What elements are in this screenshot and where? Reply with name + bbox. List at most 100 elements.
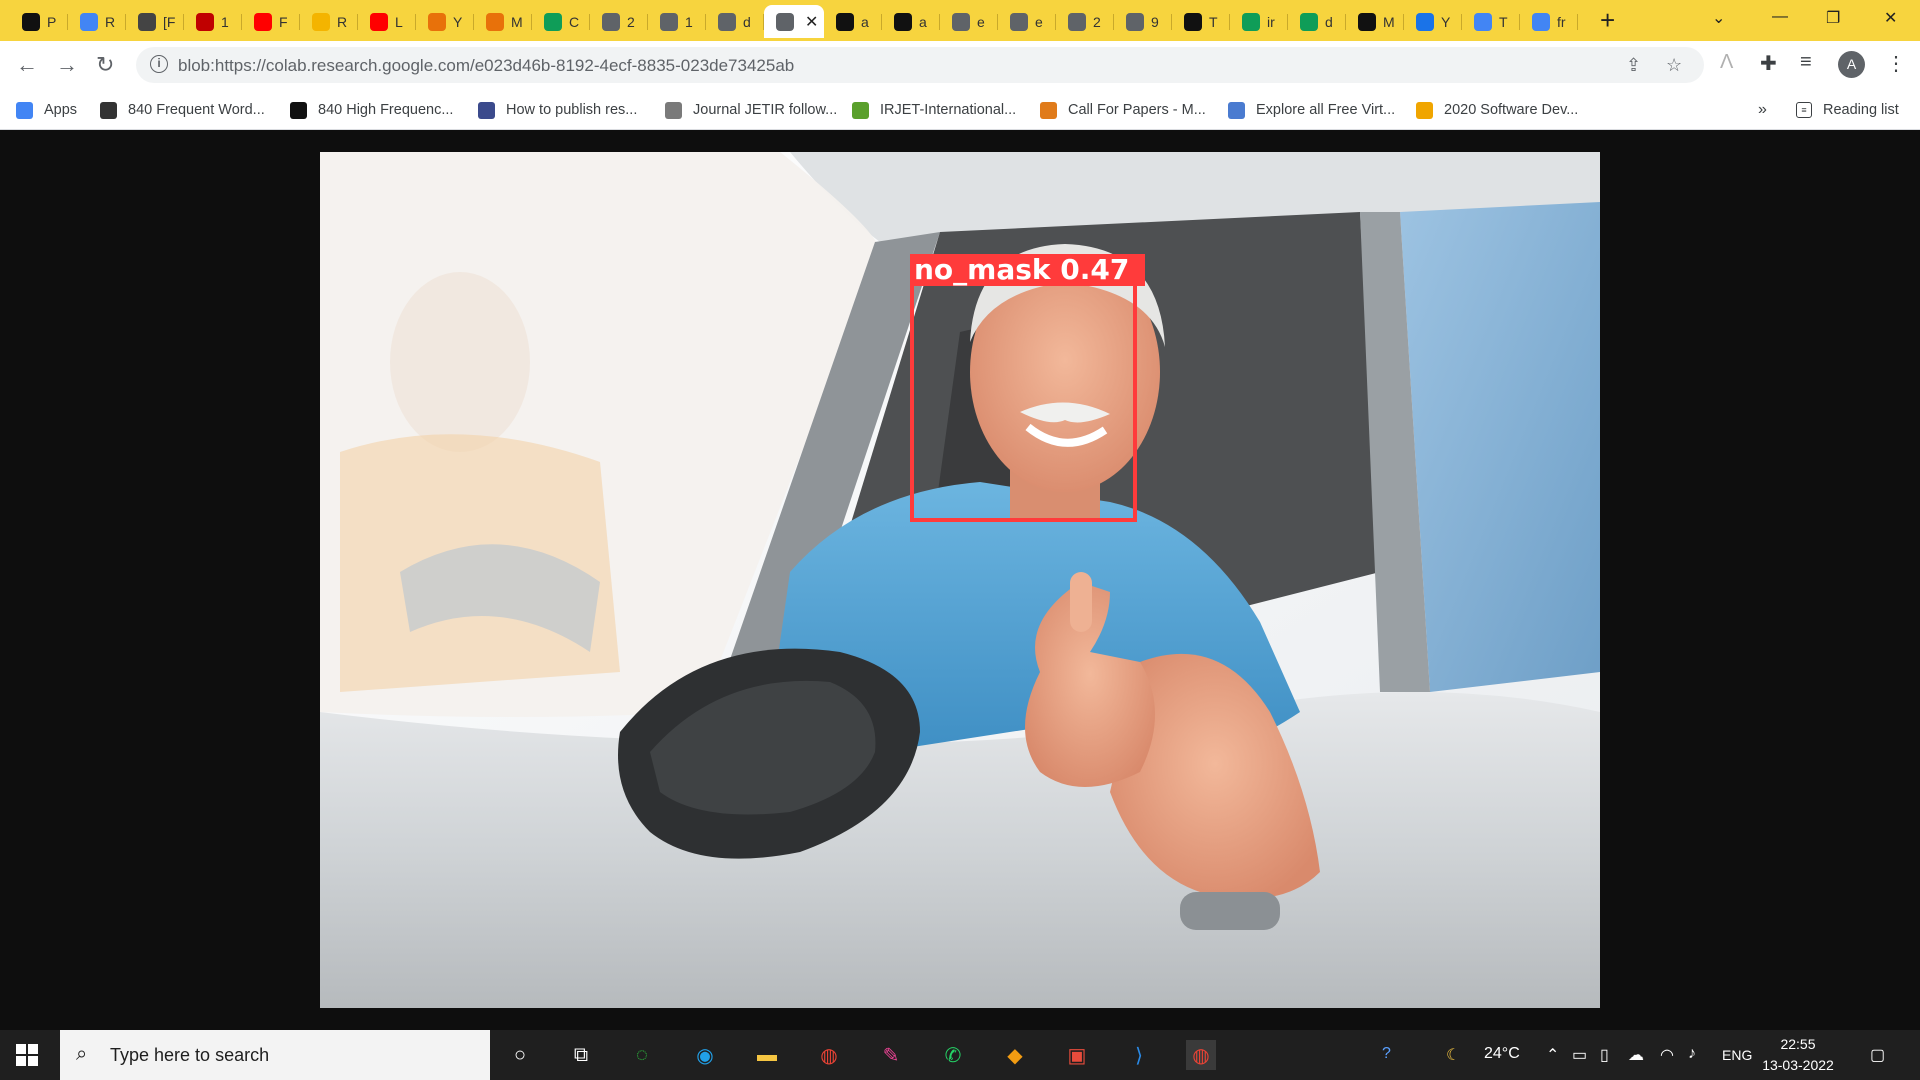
ring-app-icon[interactable]: ◌ [627, 1040, 657, 1070]
browser-tab[interactable]: M [474, 5, 532, 38]
bookmark-item[interactable]: 840 Frequent Word... [100, 100, 265, 120]
pdf-app-icon[interactable]: ▣ [1062, 1040, 1092, 1070]
browser-tab[interactable]: 2 [590, 5, 648, 38]
browser-tab[interactable]: [F [126, 5, 184, 38]
paint-icon[interactable]: ✎ [876, 1040, 906, 1070]
tab-strip: P R [F 1 F R L Y M C 2 1 d ✕ a a e e 2 9 Tir d M Y Tfr + ⌄ — ❐ ✕ [0, 0, 1920, 41]
bookmark-item[interactable]: Call For Papers - M... [1040, 100, 1206, 120]
tray-chevron-icon[interactable]: ⌃ [1546, 1045, 1559, 1065]
new-tab-button[interactable]: + [1600, 7, 1615, 33]
cloud-sync-icon[interactable]: ☁ [1628, 1045, 1644, 1065]
chrome-app-icon[interactable]: ◍ [814, 1040, 844, 1070]
browser-tab[interactable]: C [532, 5, 590, 38]
media-control-icon[interactable]: ≡ [1800, 51, 1812, 74]
tab-search-chevron-icon[interactable]: ⌄ [1712, 8, 1725, 28]
menu-kebab-icon[interactable]: ⋮ [1886, 51, 1906, 76]
browser-tab[interactable]: T [1172, 5, 1230, 38]
browser-tab[interactable]: F [242, 5, 300, 38]
browser-tab[interactable]: T [1462, 5, 1520, 38]
puzzle-extensions-icon[interactable]: ✚ [1760, 51, 1777, 76]
globe-icon [290, 101, 307, 119]
wifi-icon[interactable]: ◠ [1660, 1045, 1674, 1065]
restore-button[interactable]: ❐ [1826, 8, 1840, 28]
bookmark-label: Call For Papers - M... [1068, 102, 1206, 118]
clock-time: 22:55 [1780, 1036, 1816, 1052]
forward-button[interactable]: → [56, 52, 78, 78]
edge-icon[interactable]: ◉ [690, 1040, 720, 1070]
search-placeholder[interactable]: Type here to search [110, 1045, 269, 1066]
vscode-icon[interactable]: ⟩ [1124, 1040, 1154, 1070]
url-text[interactable]: blob:https://colab.research.google.com/e… [178, 56, 794, 76]
whatsapp-icon[interactable]: ✆ [938, 1040, 968, 1070]
browser-tab[interactable]: ir [1230, 5, 1288, 38]
help-icon[interactable]: ? [1382, 1045, 1391, 1063]
cortana-icon[interactable]: ○ [505, 1040, 535, 1070]
browser-tab[interactable]: e [998, 5, 1056, 38]
bookmark-item[interactable]: Explore all Free Virt... [1228, 100, 1395, 120]
clock[interactable]: 22:55 13-03-2022 [1758, 1034, 1838, 1076]
bookmark-item[interactable]: How to publish res... [478, 100, 637, 120]
bookmark-star-icon[interactable]: ☆ [1666, 55, 1682, 76]
bookmark-item[interactable]: Journal JETIR follow... [665, 100, 837, 120]
reload-button[interactable]: ↻ [96, 52, 114, 78]
profile-avatar[interactable]: A [1838, 51, 1865, 78]
browser-toolbar: ← → ↻ i blob:https://colab.research.goog… [0, 41, 1920, 89]
reading-list-icon: ≡ [1796, 102, 1812, 118]
address-bar[interactable]: i blob:https://colab.research.google.com… [136, 47, 1704, 83]
weather-moon-icon[interactable]: ☾ [1446, 1045, 1460, 1065]
reading-list-button[interactable]: ≡ Reading list [1796, 100, 1899, 120]
browser-tab[interactable]: a [824, 5, 882, 38]
more-bookmarks-button[interactable]: » [1758, 100, 1767, 120]
hook-icon [138, 12, 156, 31]
browser-tab[interactable]: d [706, 5, 764, 38]
browser-tab[interactable]: R [300, 5, 358, 38]
bookmark-item[interactable]: Apps [16, 100, 77, 120]
task-view-icon[interactable]: ⧉ [566, 1040, 596, 1070]
browser-tab[interactable]: R [68, 5, 126, 38]
tab-title: Y [453, 13, 463, 30]
bookmark-item[interactable]: 840 High Frequenc... [290, 100, 453, 120]
share-icon[interactable]: ⇪ [1626, 55, 1641, 76]
extension-icon[interactable]: Ʌ [1720, 51, 1733, 74]
battery-icon[interactable]: ▭ [1572, 1045, 1587, 1065]
bookmark-item[interactable]: 2020 Software Dev... [1416, 100, 1578, 120]
bookmark-item[interactable]: IRJET-International... [852, 100, 1016, 120]
browser-tab[interactable]: 9 [1114, 5, 1172, 38]
device-icon[interactable]: ▯ [1600, 1045, 1609, 1065]
tab-title: T [1209, 13, 1218, 30]
browser-tab[interactable]: M [1346, 5, 1404, 38]
file-explorer-icon[interactable]: ▬ [752, 1040, 782, 1070]
browser-tab[interactable]: Y [1404, 5, 1462, 38]
github-icon [894, 12, 912, 31]
minimize-button[interactable]: — [1772, 8, 1788, 26]
browser-tab[interactable]: fr [1520, 5, 1578, 38]
language-indicator[interactable]: ENG [1722, 1047, 1752, 1063]
drive-icon [1242, 12, 1260, 31]
browser-tab[interactable]: d [1288, 5, 1346, 38]
notifications-icon[interactable]: ▢ [1870, 1045, 1885, 1065]
taskbar-search-box[interactable]: ⌕ Type here to search [60, 1030, 490, 1080]
bookmark-label: How to publish res... [506, 102, 638, 118]
browser-tab[interactable]: 2 [1056, 5, 1114, 38]
chrome-active-icon[interactable]: ◍ [1186, 1040, 1216, 1070]
browser-tab[interactable]: e [940, 5, 998, 38]
tab-title: 2 [1093, 13, 1101, 30]
site-info-icon[interactable]: i [150, 55, 168, 73]
weather-temperature[interactable]: 24°C [1484, 1045, 1520, 1063]
diamond-app-icon[interactable]: ◆ [1000, 1040, 1030, 1070]
browser-tab[interactable]: a [882, 5, 940, 38]
volume-icon[interactable]: ♪ [1688, 1045, 1696, 1063]
browser-tab[interactable]: Y [416, 5, 474, 38]
windows-start-icon[interactable] [16, 1044, 38, 1066]
close-tab-icon[interactable]: ✕ [805, 12, 818, 32]
back-button[interactable]: ← [16, 52, 38, 78]
browser-tab[interactable]: P [10, 5, 68, 38]
close-window-button[interactable]: ✕ [1884, 8, 1897, 28]
colab-icon [428, 12, 446, 31]
browser-tab[interactable]: ✕ [764, 5, 824, 38]
browser-tab[interactable]: 1 [184, 5, 242, 38]
browser-tab[interactable]: 1 [648, 5, 706, 38]
globe-icon [1010, 12, 1028, 31]
detection-result-image: no_mask 0.47 [320, 152, 1600, 1008]
browser-tab[interactable]: L [358, 5, 416, 38]
